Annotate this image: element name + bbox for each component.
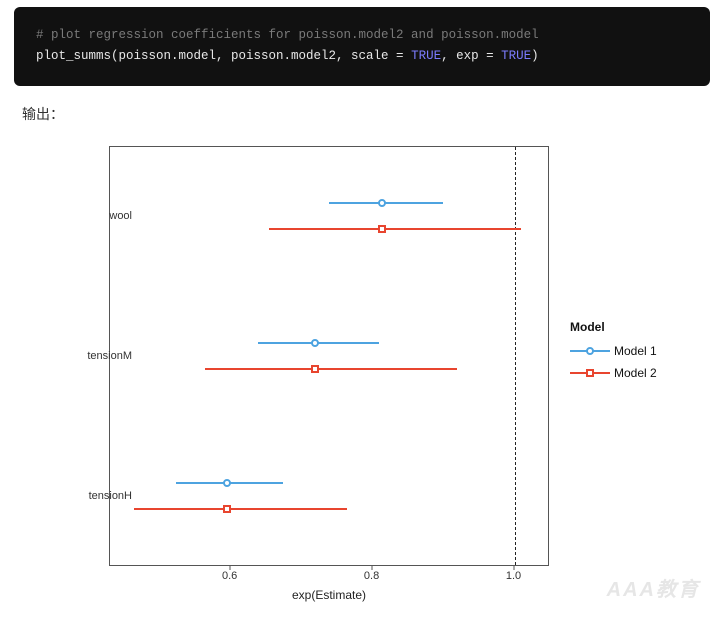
point-circle: [223, 479, 231, 487]
ci-line: [134, 508, 347, 510]
legend-item: Model 2: [570, 362, 657, 384]
watermark: AAA教育: [607, 573, 700, 602]
legend-label: Model 1: [614, 344, 657, 358]
code-fn: plot_summs: [36, 49, 111, 63]
point-circle: [311, 339, 319, 347]
point-square: [311, 365, 319, 373]
x-tick-label: 0.6: [222, 570, 237, 582]
y-tick-label: wool: [72, 210, 132, 222]
legend-label: Model 2: [614, 366, 657, 380]
code-comment: # plot regression coefficients for poiss…: [36, 28, 539, 42]
legend-symbol: [570, 345, 610, 357]
legend-symbol: [570, 367, 610, 379]
code-true-1: TRUE: [411, 49, 441, 63]
code-close: ): [531, 49, 539, 63]
legend: Model Model 1 Model 2: [570, 320, 657, 384]
code-block: # plot regression coefficients for poiss…: [14, 7, 710, 86]
point-square: [223, 505, 231, 513]
x-tick-label: 0.8: [364, 570, 379, 582]
x-axis-label: exp(Estimate): [109, 588, 549, 602]
ci-line: [205, 368, 457, 370]
legend-title: Model: [570, 320, 657, 334]
point-circle: [378, 199, 386, 207]
code-true-2: TRUE: [501, 49, 531, 63]
code-args-2: , exp =: [441, 49, 501, 63]
legend-item: Model 1: [570, 340, 657, 362]
y-tick-label: tensionM: [72, 350, 132, 362]
output-label: 输出：: [22, 104, 702, 124]
ci-line: [269, 228, 521, 230]
coefficient-plot: exp(Estimate) Model Model 1 Model 2 AAA教育…: [14, 128, 710, 606]
code-args-1: (poisson.model, poisson.model2, scale =: [111, 49, 411, 63]
plot-panel: [109, 146, 549, 566]
y-tick-label: tensionH: [72, 490, 132, 502]
point-square: [378, 225, 386, 233]
reference-line: [515, 147, 516, 565]
x-tick-label: 1.0: [506, 570, 521, 582]
